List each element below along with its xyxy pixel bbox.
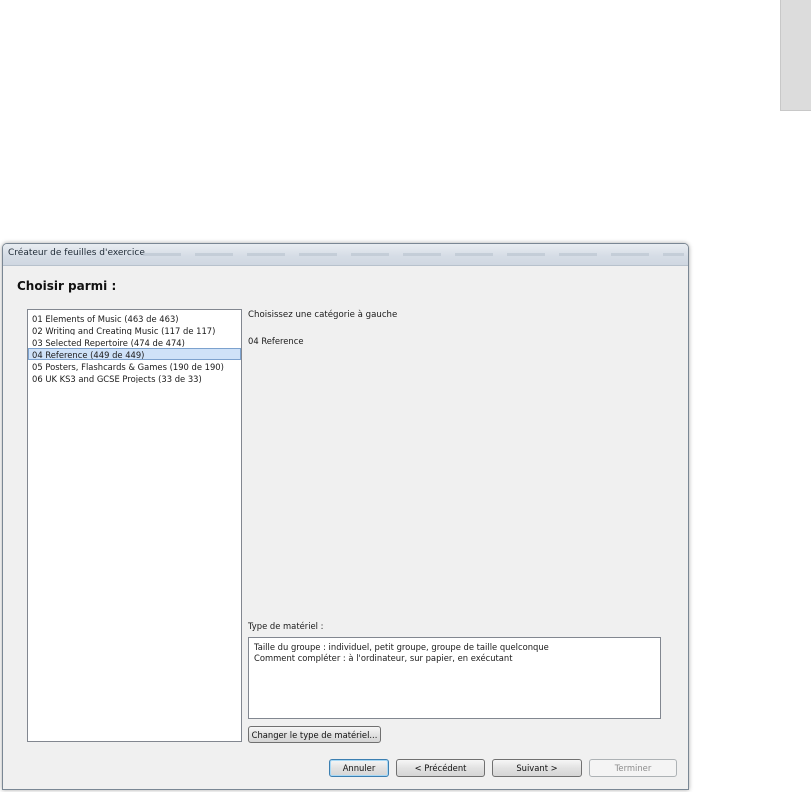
title-bar[interactable]: Créateur de feuilles d'exercice [3, 244, 688, 266]
side-panel-tab [780, 0, 811, 111]
change-material-type-button[interactable]: Changer le type de matériel... [248, 726, 381, 743]
category-prompt: Choisissez une catégorie à gauche [248, 310, 398, 320]
page-title: Choisir parmi : [17, 279, 117, 293]
next-button[interactable]: Suivant > [492, 759, 582, 777]
list-item-uk-ks3-gcse-projects[interactable]: 06 UK KS3 and GCSE Projects (33 de 33) [28, 372, 241, 384]
selected-category-name: 04 Reference [248, 336, 304, 346]
list-item-posters-flashcards-games[interactable]: 05 Posters, Flashcards & Games (190 de 1… [28, 360, 241, 372]
material-type-box: Taille du groupe : individuel, petit gro… [248, 637, 661, 719]
completion-mode-line: Comment compléter : à l'ordinateur, sur … [254, 653, 513, 663]
list-item-elements-of-music[interactable]: 01 Elements of Music (463 de 463) [28, 312, 241, 324]
group-size-line: Taille du groupe : individuel, petit gro… [254, 642, 549, 652]
finish-button[interactable]: Terminer [589, 759, 677, 777]
previous-button[interactable]: < Précédent [396, 759, 485, 777]
cancel-button[interactable]: Annuler [329, 759, 389, 777]
category-list[interactable]: 01 Elements of Music (463 de 463) 02 Wri… [27, 309, 242, 742]
title-bar-decoration [143, 253, 684, 256]
list-item-writing-creating-music[interactable]: 02 Writing and Creating Music (117 de 11… [28, 324, 241, 336]
material-type-label: Type de matériel : [248, 621, 324, 631]
worksheet-creator-dialog: Créateur de feuilles d'exercice Choisir … [2, 243, 689, 790]
window-title: Créateur de feuilles d'exercice [8, 248, 145, 258]
list-item-selected-repertoire[interactable]: 03 Selected Repertoire (474 de 474) [28, 336, 241, 348]
list-item-reference[interactable]: 04 Reference (449 de 449) [28, 348, 241, 360]
